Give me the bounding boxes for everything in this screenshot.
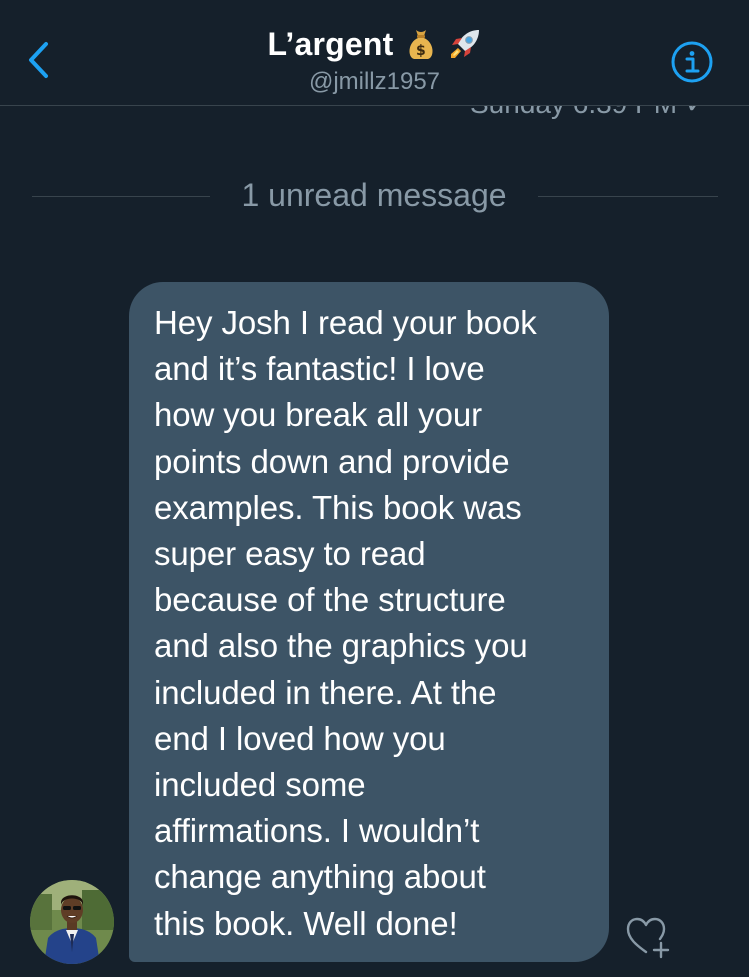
avatar-photo bbox=[30, 880, 114, 964]
svg-text:$: $ bbox=[416, 43, 426, 59]
heart-plus-icon bbox=[626, 917, 670, 959]
conversation-title-block[interactable]: L’argent $ @jmillz1957 bbox=[0, 22, 749, 98]
info-button[interactable] bbox=[670, 40, 714, 84]
conversation-title: L’argent $ bbox=[267, 22, 481, 66]
conversation-title-text: L’argent bbox=[267, 26, 394, 62]
message-text: Hey Josh I read your book and it’s fanta… bbox=[154, 304, 537, 942]
unread-divider: 1 unread message bbox=[0, 172, 749, 218]
message-bubble[interactable]: Hey Josh I read your book and it’s fanta… bbox=[129, 282, 609, 962]
conversation-handle: @jmillz1957 bbox=[308, 68, 441, 95]
info-circle-icon bbox=[671, 41, 713, 83]
divider-line-left bbox=[32, 196, 210, 197]
money-bag-icon: $ bbox=[404, 27, 438, 61]
rocket-icon bbox=[448, 27, 482, 61]
divider-line-right bbox=[538, 196, 718, 197]
add-reaction-button[interactable] bbox=[624, 916, 672, 960]
avatar[interactable] bbox=[30, 880, 114, 964]
conversation-header: L’argent $ @jmillz1957 bbox=[0, 0, 749, 106]
unread-label: 1 unread message bbox=[241, 177, 507, 213]
